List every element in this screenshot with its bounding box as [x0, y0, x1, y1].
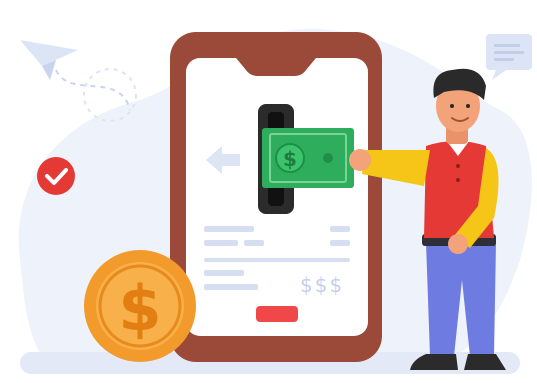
paper-plane-icon [20, 40, 131, 111]
check-badge-icon [37, 157, 75, 195]
phone: $$$ [170, 32, 382, 362]
illustration-canvas: $$$ $ $ [0, 0, 537, 383]
dollar-coin-icon: $ [84, 250, 196, 362]
reaching-hand [349, 149, 371, 171]
currency-marks: $$$ [300, 273, 344, 297]
confirm-button[interactable] [256, 306, 298, 322]
chat-bubble-icon [486, 34, 532, 80]
payment-illustration: $$$ $ $ [18, 28, 532, 374]
banknote-symbol: $ [283, 147, 297, 171]
coin-symbol: $ [118, 272, 161, 345]
banknote-icon: $ [262, 128, 354, 188]
